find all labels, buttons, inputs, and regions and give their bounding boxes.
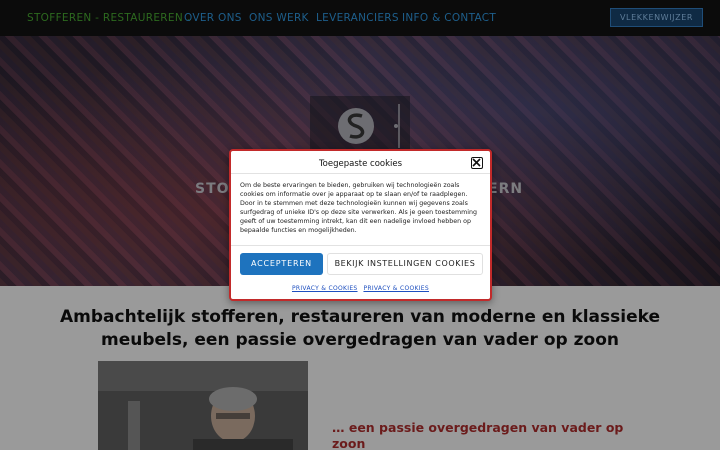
cookie-modal-links: PRIVACY & COOKIES PRIVACY & COOKIES [231,285,490,292]
s-logo-icon [310,96,410,156]
cookie-consent-modal: Toegepaste cookies Om de beste ervaringe… [229,149,492,301]
nav-item-info-contact[interactable]: INFO & CONTACT [402,12,496,24]
craftsman-image [98,361,308,450]
close-icon[interactable] [471,157,483,169]
craftsman-photo [98,361,308,450]
view-cookie-settings-button[interactable]: BEKIJK INSTELLINGEN COOKIES [327,253,483,275]
privacy-cookies-link[interactable]: PRIVACY & COOKIES [292,285,358,292]
cookie-modal-body: Om de beste ervaringen te bieden, gebrui… [240,182,477,234]
page-headline: Ambachtelijk stofferen, restaureren van … [60,307,660,350]
privacy-cookies-link[interactable]: PRIVACY & COOKIES [363,285,429,292]
nav-item-stofferen-restaureren[interactable]: STOFFEREN - RESTAUREREN ⌄ [27,12,193,24]
main-content: Ambachtelijk stofferen, restaureren van … [0,286,720,450]
nav-item-label: STOFFEREN - RESTAUREREN [27,12,183,24]
top-nav: STOFFEREN - RESTAUREREN ⌄ OVER ONS ONS WE… [0,0,720,36]
hero-title-right: ERN [488,181,524,197]
nav-item-leveranciers[interactable]: LEVERANCIERS [316,12,399,24]
nav-item-ons-werk[interactable]: ONS WERK [249,12,309,24]
close-glyph [472,158,481,167]
nav-item-label: ONS WERK [249,12,309,24]
cookie-modal-title: Toegepaste cookies [318,159,403,169]
nav-item-label: OVER ONS [184,12,242,24]
vlekkenwijzer-button[interactable]: VLEKKENWIJZER [610,8,703,27]
page-subline: … een passie overgedragen van vader op z… [332,420,624,450]
nav-item-label: INFO & CONTACT [402,12,497,24]
nav-item-label: LEVERANCIERS [316,12,399,24]
accept-cookies-button[interactable]: ACCEPTEREN [240,253,323,275]
modal-divider [231,245,490,246]
modal-divider [231,173,490,174]
nav-item-over-ons[interactable]: OVER ONS [184,12,242,24]
hero-title-left: STO [195,181,230,197]
